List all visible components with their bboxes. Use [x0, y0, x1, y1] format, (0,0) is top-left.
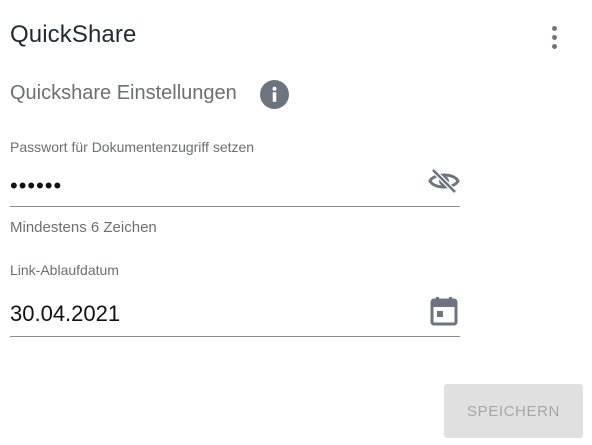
more-vert-icon-dot	[551, 43, 557, 49]
password-label: Passwort für Dokumentenzugriff setzen	[10, 139, 255, 155]
save-button[interactable]: SPEICHERN	[444, 384, 583, 438]
section-title: Quickshare Einstellungen	[10, 82, 237, 104]
more-vert-icon-dot	[551, 34, 557, 40]
more-vert-icon	[551, 25, 557, 31]
password-hint: Mindestens 6 Zeichen	[10, 219, 157, 236]
visibility-off-icon[interactable]	[428, 168, 460, 194]
expiry-date-field[interactable]	[10, 292, 460, 337]
app-title: QuickShare	[10, 21, 137, 48]
calendar-icon[interactable]	[430, 296, 458, 326]
info-icon[interactable]	[260, 80, 289, 109]
expiry-date-label: Link-Ablaufdatum	[10, 262, 119, 278]
more-options-button[interactable]	[542, 22, 566, 52]
password-field[interactable]	[10, 166, 460, 207]
